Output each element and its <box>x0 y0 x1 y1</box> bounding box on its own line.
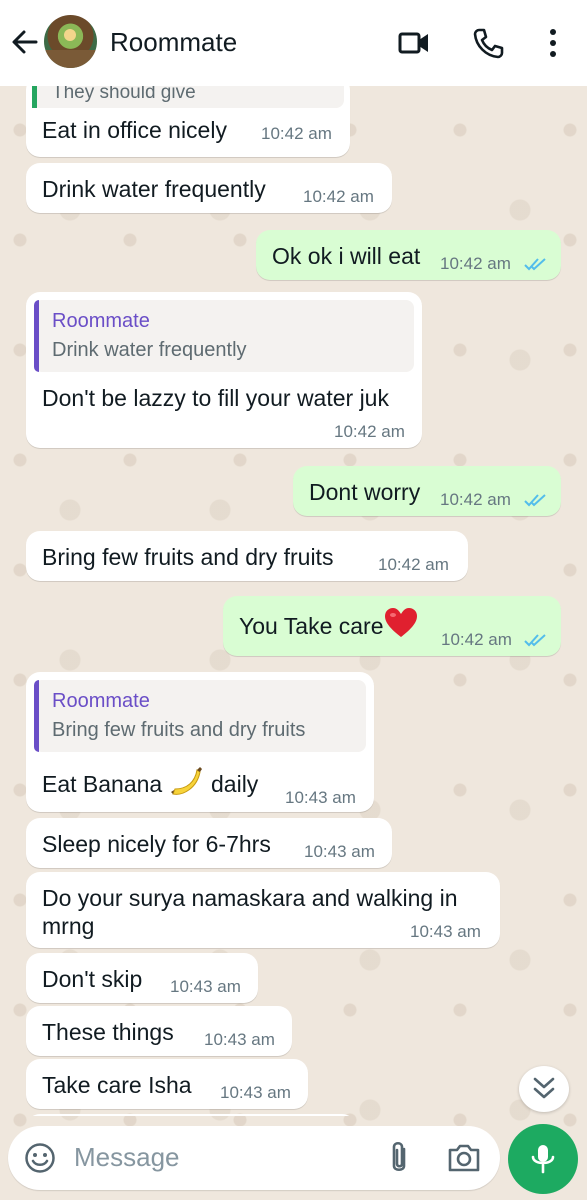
message-time: 10:43 am <box>220 1083 291 1102</box>
message-bubble-incoming[interactable]: Take care Isha 10:43 am <box>26 1059 308 1109</box>
message-bubble-outgoing[interactable]: Ok ok i will eat 10:42 am <box>256 230 561 280</box>
banana-icon <box>170 767 202 795</box>
avatar-ground <box>44 50 97 68</box>
phone-icon[interactable] <box>472 27 504 59</box>
voice-message-button[interactable] <box>508 1124 578 1194</box>
arrow-left-icon[interactable] <box>10 27 40 57</box>
camera-icon[interactable] <box>446 1141 482 1175</box>
quoted-message[interactable]: Roommate Bring few fruits and dry fruits <box>34 680 366 752</box>
avatar-flower <box>64 29 76 41</box>
contact-name[interactable]: Roommate <box>110 27 237 58</box>
message-time: 10:42 am <box>334 422 405 441</box>
message-text: Eat Banana daily <box>42 766 258 798</box>
chat-screen: Roommate They should give Eat in office … <box>0 0 587 1200</box>
message-time: 10:42 am <box>441 630 512 649</box>
message-bubble-outgoing[interactable]: Dont worry 10:42 am <box>293 466 561 516</box>
message-time: 10:42 am <box>261 124 332 143</box>
message-text-part: Eat Banana <box>42 771 163 797</box>
avatar[interactable] <box>44 15 97 68</box>
emoji-smiley-icon[interactable] <box>24 1142 56 1174</box>
message-time: 10:43 am <box>410 922 481 941</box>
message-bubble-incoming[interactable]: Do your surya namaskara and walking in m… <box>26 872 500 948</box>
message-time: 10:42 am <box>440 490 511 509</box>
message-bubble-incoming[interactable]: They should give Eat in office nicely 10… <box>26 86 350 157</box>
message-text-part: daily <box>211 771 259 797</box>
message-time: 10:43 am <box>170 977 241 996</box>
message-time: 10:42 am <box>378 555 449 574</box>
message-time: 10:43 am <box>204 1030 275 1049</box>
quoted-message[interactable]: They should give <box>32 86 344 108</box>
quote-text: Drink water frequently <box>52 339 247 361</box>
video-camera-icon[interactable] <box>398 27 430 59</box>
more-vertical-icon[interactable] <box>537 27 569 59</box>
read-receipt-icon <box>524 258 546 271</box>
message-input[interactable]: Message <box>74 1142 180 1173</box>
message-list[interactable]: They should give Eat in office nicely 10… <box>0 86 587 1116</box>
quote-author: Roommate <box>52 690 150 712</box>
chat-header: Roommate <box>0 0 587 86</box>
message-text-part: You Take care <box>239 613 384 639</box>
message-bubble-incoming[interactable]: Don't skip 10:43 am <box>26 953 258 1003</box>
quote-text: They should give <box>52 86 196 103</box>
paperclip-icon[interactable] <box>382 1140 416 1176</box>
message-bubble-incoming[interactable]: Roommate Bring few fruits and dry fruits… <box>26 672 374 812</box>
read-receipt-icon <box>524 494 546 507</box>
message-time: 10:42 am <box>303 187 374 206</box>
message-text: Don't be lazzy to fill your water juk <box>42 385 389 411</box>
message-time: 10:42 am <box>440 254 511 273</box>
message-bubble-outgoing[interactable]: You Take care 10:42 am <box>223 596 561 656</box>
microphone-icon <box>531 1145 555 1174</box>
quoted-message[interactable]: Roommate Drink water frequently <box>34 300 414 372</box>
double-chevron-down-icon <box>533 1077 555 1099</box>
message-text: Eat in office nicely <box>42 117 227 143</box>
read-receipt-icon <box>524 634 546 647</box>
message-bubble-incoming[interactable] <box>26 1114 356 1116</box>
message-bubble-incoming[interactable]: Sleep nicely for 6-7hrs 10:43 am <box>26 818 392 868</box>
quote-text: Bring few fruits and dry fruits <box>52 719 306 741</box>
message-bubble-incoming[interactable]: Roommate Drink water frequently Don't be… <box>26 292 422 448</box>
red-heart-icon <box>384 608 417 637</box>
quote-author: Roommate <box>52 310 150 332</box>
message-bubble-incoming[interactable]: Bring few fruits and dry fruits 10:42 am <box>26 531 468 581</box>
scroll-to-bottom-button[interactable] <box>519 1066 569 1112</box>
message-time: 10:43 am <box>304 842 375 861</box>
message-bubble-incoming[interactable]: These things 10:43 am <box>26 1006 292 1056</box>
message-time: 10:43 am <box>285 788 356 807</box>
message-text-line: Do your surya namaskara and walking in <box>42 885 458 911</box>
message-composer[interactable]: Message <box>8 1126 500 1190</box>
message-bubble-incoming[interactable]: Drink water frequently 10:42 am <box>26 163 392 213</box>
